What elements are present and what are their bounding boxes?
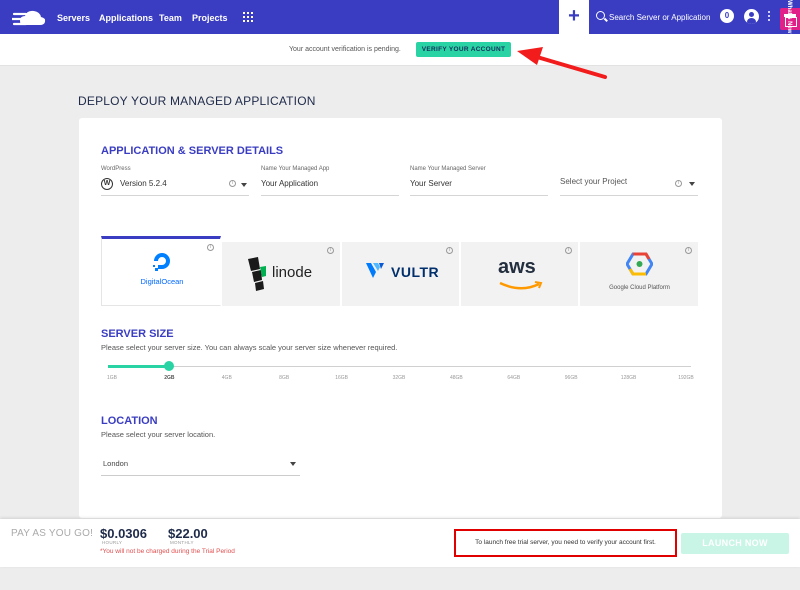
server-size-slider-track[interactable] — [108, 366, 691, 367]
verify-account-button[interactable]: VERIFY YOUR ACCOUNT — [416, 42, 511, 57]
nav-team[interactable]: Team — [159, 13, 182, 23]
wordpress-icon: W — [101, 178, 113, 190]
chevron-down-icon[interactable] — [689, 182, 695, 186]
provider-name: VULTR — [391, 264, 440, 280]
notification-count-badge[interactable]: 0 — [720, 9, 734, 23]
more-menu-icon[interactable] — [766, 11, 772, 23]
server-name-field[interactable]: Name Your Managed Server Your Server — [410, 166, 548, 196]
location-description: Please select your server location. — [101, 430, 216, 439]
server-size-description: Please select your server size. You can … — [101, 343, 398, 352]
info-icon[interactable]: i — [446, 247, 453, 254]
plan-label: PAY AS YOU GO! — [11, 528, 94, 539]
user-avatar-icon[interactable] — [744, 9, 759, 24]
app-name-label: Name Your Managed App — [261, 166, 330, 172]
application-select[interactable]: WordPress W Version 5.2.4 i — [101, 166, 249, 196]
location-title: LOCATION — [101, 415, 158, 427]
linode-icon — [248, 257, 266, 291]
nav-applications[interactable]: Applications — [99, 13, 153, 23]
provider-linode[interactable]: i linode — [222, 242, 341, 306]
vultr-icon — [366, 263, 384, 278]
search-icon — [596, 11, 605, 20]
project-placeholder: Select your Project — [560, 177, 628, 186]
server-size-option[interactable]: 8GB — [269, 375, 299, 381]
page-title: DEPLOY YOUR MANAGED APPLICATION — [78, 94, 316, 108]
add-new-button[interactable]: + — [559, 0, 589, 34]
info-icon[interactable]: i — [565, 247, 572, 254]
server-size-option[interactable]: 96GB — [556, 375, 586, 381]
server-size-option[interactable]: 16GB — [327, 375, 357, 381]
server-size-option[interactable]: 2GB — [154, 375, 184, 381]
info-icon[interactable]: i — [229, 180, 236, 187]
app-name-input[interactable]: Your Application — [261, 179, 318, 188]
aws-smile-icon — [499, 281, 543, 290]
server-size-title: SERVER SIZE — [101, 328, 174, 340]
details-section-title: APPLICATION & SERVER DETAILS — [101, 145, 284, 157]
verification-warning: To launch free trial server, you need to… — [454, 529, 677, 557]
digitalocean-icon — [153, 253, 170, 271]
provider-vultr[interactable]: i VULTR — [342, 242, 460, 306]
monthly-price: $22.00 — [168, 526, 208, 541]
project-select[interactable]: Select your Project i — [560, 166, 698, 196]
server-size-slider-fill — [108, 365, 170, 368]
top-navigation-bar: Servers Applications Team Projects + 0 W… — [0, 0, 800, 34]
provider-name: DigitalOcean — [140, 277, 184, 286]
server-size-option[interactable]: 48GB — [441, 375, 471, 381]
application-version: Version 5.2.4 — [120, 179, 167, 188]
chevron-down-icon[interactable] — [290, 462, 296, 466]
provider-name: Google Cloud Platform — [609, 285, 670, 291]
server-size-option[interactable]: 64GB — [499, 375, 529, 381]
trial-note: *You will not be charged during the Tria… — [100, 548, 235, 555]
provider-google-cloud[interactable]: i Google Cloud Platform — [580, 242, 699, 306]
provider-name: aws — [498, 256, 536, 278]
server-size-option[interactable]: 128GB — [614, 375, 644, 381]
hourly-unit: HOURLY — [102, 540, 123, 545]
apps-grid-icon[interactable] — [243, 12, 253, 22]
info-icon[interactable]: i — [207, 244, 214, 251]
annotation-arrow-icon — [517, 47, 607, 79]
location-value: London — [103, 459, 129, 468]
location-select[interactable]: London — [101, 452, 300, 476]
server-size-option[interactable]: 192GB — [671, 375, 701, 381]
verification-banner: Your account verification is pending. VE… — [0, 34, 800, 66]
info-icon[interactable]: i — [685, 247, 692, 254]
info-icon[interactable]: i — [327, 247, 334, 254]
footer-bar: PAY AS YOU GO! $0.0306 HOURLY $22.00 MON… — [0, 519, 800, 567]
provider-aws[interactable]: i aws — [461, 242, 579, 306]
info-icon[interactable]: i — [675, 180, 682, 187]
server-name-label: Name Your Managed Server — [410, 166, 486, 172]
nav-projects[interactable]: Projects — [192, 13, 228, 23]
nav-servers[interactable]: Servers — [57, 13, 90, 23]
verification-text: Your account verification is pending. — [289, 46, 401, 53]
application-label: WordPress — [101, 166, 131, 172]
app-name-field[interactable]: Name Your Managed App Your Application — [261, 166, 399, 196]
server-size-option[interactable]: 4GB — [212, 375, 242, 381]
server-size-option[interactable]: 1GB — [97, 375, 127, 381]
search-input[interactable] — [609, 10, 717, 24]
hourly-price: $0.0306 — [100, 526, 147, 541]
provider-selector: i DigitalOcean i linode i VULTR i aws i … — [101, 236, 699, 306]
server-size-option[interactable]: 32GB — [384, 375, 414, 381]
whats-new-tab[interactable]: What's New — [786, 0, 792, 33]
cloudways-logo[interactable] — [12, 8, 48, 28]
provider-digitalocean[interactable]: i DigitalOcean — [101, 236, 221, 306]
launch-now-button[interactable]: LAUNCH NOW — [681, 533, 789, 554]
monthly-unit: MONTHLY — [170, 540, 194, 545]
chevron-down-icon[interactable] — [241, 183, 247, 187]
provider-name: linode — [272, 264, 313, 281]
server-name-input[interactable]: Your Server — [410, 179, 452, 188]
google-cloud-icon — [626, 252, 653, 276]
